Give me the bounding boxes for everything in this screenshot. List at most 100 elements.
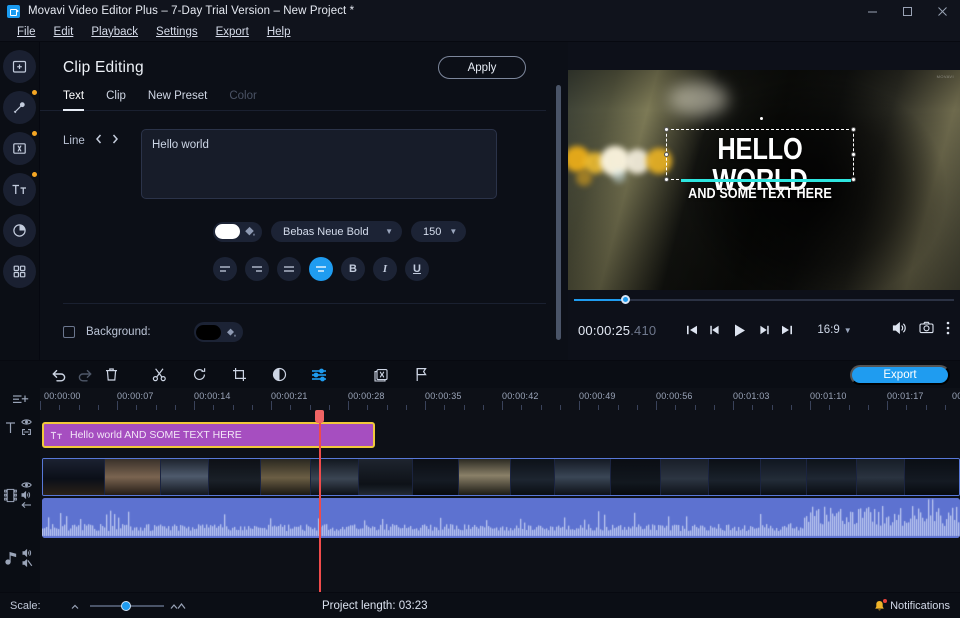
align-center-icon[interactable] xyxy=(309,257,333,281)
text-input[interactable]: Hello world xyxy=(141,129,497,199)
seek-handle[interactable] xyxy=(621,295,630,304)
speaker-icon[interactable] xyxy=(21,491,32,499)
video-thumbnail[interactable] xyxy=(413,459,459,495)
rotate-handle[interactable] xyxy=(760,117,763,120)
add-track-icon[interactable] xyxy=(0,388,40,410)
stabilize-icon[interactable] xyxy=(368,364,394,386)
sidebar-item-more-tools[interactable] xyxy=(3,255,36,288)
zoom-out-icon[interactable] xyxy=(71,602,84,610)
sidebar-item-stickers[interactable] xyxy=(3,214,36,247)
timeline-tracks-area[interactable]: Hello world AND SOME TEXT HERE xyxy=(40,410,960,592)
sidebar-item-filters[interactable] xyxy=(3,91,36,124)
align-right-icon[interactable] xyxy=(245,257,269,281)
sliders-icon[interactable] xyxy=(306,364,332,386)
menu-settings[interactable]: Settings xyxy=(147,24,207,40)
resize-handle[interactable] xyxy=(851,152,856,157)
sidebar-item-transitions[interactable] xyxy=(3,132,36,165)
font-size-dropdown[interactable]: 150 ▼ xyxy=(411,221,466,242)
eye-icon[interactable] xyxy=(21,418,32,426)
preview-seek-bar[interactable] xyxy=(574,294,954,306)
text-color-picker[interactable] xyxy=(213,222,262,242)
aspect-ratio-dropdown[interactable]: 16:9 ▼ xyxy=(817,324,851,336)
video-thumbnail[interactable] xyxy=(359,459,413,495)
panel-scrollbar[interactable] xyxy=(556,85,561,340)
speaker-icon[interactable] xyxy=(22,549,33,557)
video-thumbnail[interactable] xyxy=(209,459,261,495)
menu-playback[interactable]: Playback xyxy=(82,24,147,40)
playhead[interactable] xyxy=(319,410,321,592)
skip-start-icon[interactable] xyxy=(686,324,698,336)
eye-icon[interactable] xyxy=(21,481,32,489)
background-checkbox[interactable] xyxy=(63,326,75,338)
maximize-icon[interactable] xyxy=(890,0,925,22)
resize-handle[interactable] xyxy=(851,127,856,132)
menu-file[interactable]: File xyxy=(8,24,45,40)
italic-button[interactable]: I xyxy=(373,257,397,281)
speaker-muted-icon[interactable] xyxy=(22,559,33,567)
crop-icon[interactable] xyxy=(226,364,252,386)
scissors-icon[interactable] xyxy=(146,364,172,386)
video-thumbnail[interactable] xyxy=(857,459,905,495)
video-clips-track[interactable] xyxy=(42,458,960,496)
align-justify-icon[interactable] xyxy=(277,257,301,281)
title-clip[interactable]: Hello world AND SOME TEXT HERE xyxy=(42,422,375,448)
background-color-picker[interactable] xyxy=(194,322,243,342)
notifications-button[interactable]: Notifications xyxy=(874,600,950,612)
chevron-right-icon[interactable] xyxy=(107,129,123,149)
minimize-icon[interactable] xyxy=(855,0,890,22)
export-button[interactable]: Export xyxy=(850,365,950,385)
menu-edit[interactable]: Edit xyxy=(45,24,83,40)
menu-export[interactable]: Export xyxy=(207,24,258,40)
video-preview[interactable]: MOVAVI HELLO WORLD AND SOME TEXT HERE xyxy=(568,70,960,290)
scale-track[interactable] xyxy=(90,605,164,607)
step-forward-icon[interactable] xyxy=(758,324,770,336)
video-thumbnail[interactable] xyxy=(611,459,661,495)
video-thumbnail[interactable] xyxy=(161,459,209,495)
video-thumbnail[interactable] xyxy=(511,459,555,495)
video-thumbnail[interactable] xyxy=(43,459,105,495)
align-left-icon[interactable] xyxy=(213,257,237,281)
sidebar-item-titles[interactable] xyxy=(3,173,36,206)
menu-help[interactable]: Help xyxy=(258,24,300,40)
flag-icon[interactable] xyxy=(408,364,434,386)
skip-end-icon[interactable] xyxy=(781,324,793,336)
timeline-ruler[interactable]: 00:00:00 00:00:07 00:00:14 00:00:21 00:0… xyxy=(40,388,960,410)
video-thumbnail[interactable] xyxy=(661,459,709,495)
tab-clip[interactable]: Clip xyxy=(106,90,126,111)
undo-arrow-icon[interactable] xyxy=(46,364,72,386)
video-thumbnail[interactable] xyxy=(761,459,807,495)
video-thumbnail[interactable] xyxy=(105,459,161,495)
contrast-circle-icon[interactable] xyxy=(266,364,292,386)
zoom-in-icon[interactable] xyxy=(170,602,188,610)
link-icon[interactable] xyxy=(21,428,32,436)
apply-button[interactable]: Apply xyxy=(438,56,526,79)
video-thumbnail[interactable] xyxy=(905,459,960,495)
scale-handle[interactable] xyxy=(121,601,131,611)
playhead-handle[interactable] xyxy=(315,410,324,423)
bold-button[interactable]: B xyxy=(341,257,365,281)
tab-text[interactable]: Text xyxy=(63,90,84,111)
arrow-left-icon[interactable] xyxy=(21,501,32,509)
play-icon[interactable] xyxy=(732,323,747,338)
chevron-left-icon[interactable] xyxy=(91,129,107,149)
more-vertical-icon[interactable] xyxy=(946,321,950,340)
sidebar-item-import-media[interactable] xyxy=(3,50,36,83)
step-back-icon[interactable] xyxy=(709,324,721,336)
video-thumbnail[interactable] xyxy=(709,459,761,495)
audio-clip-track[interactable] xyxy=(42,498,960,538)
font-family-dropdown[interactable]: Bebas Neue Bold ▼ xyxy=(271,221,402,242)
camera-icon[interactable] xyxy=(919,321,934,339)
tab-new-preset[interactable]: New Preset xyxy=(148,90,207,111)
trash-icon[interactable] xyxy=(98,364,124,386)
resize-handle[interactable] xyxy=(664,177,669,182)
close-icon[interactable] xyxy=(925,0,960,22)
video-thumbnail[interactable] xyxy=(555,459,611,495)
underline-button[interactable]: U xyxy=(405,257,429,281)
resize-handle[interactable] xyxy=(664,127,669,132)
resize-handle[interactable] xyxy=(664,152,669,157)
scale-slider[interactable] xyxy=(71,602,188,610)
speaker-icon[interactable] xyxy=(892,321,907,340)
video-thumbnail[interactable] xyxy=(459,459,511,495)
rotate-icon[interactable] xyxy=(186,364,212,386)
resize-handle[interactable] xyxy=(851,177,856,182)
